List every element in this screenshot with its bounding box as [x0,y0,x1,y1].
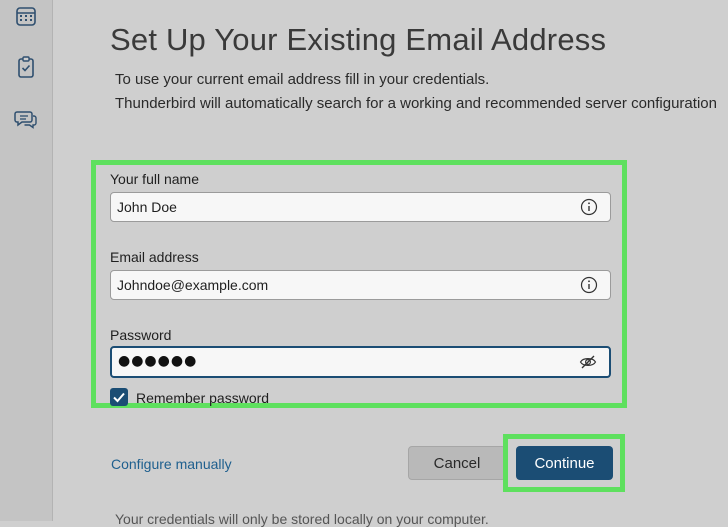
intro-text-line-2: Thunderbird will automatically search fo… [115,95,717,112]
full-name-input[interactable] [117,193,557,221]
email-label: Email address [110,249,199,265]
account-setup-panel: Set Up Your Existing Email Address To us… [53,0,728,527]
footer-note: Your credentials will only be stored loc… [115,511,489,527]
continue-button[interactable]: Continue [516,446,613,480]
email-field[interactable] [110,270,611,300]
info-icon[interactable] [580,276,598,294]
tasks-icon[interactable] [14,55,38,79]
full-name-label: Your full name [110,171,199,187]
eye-hidden-icon[interactable] [579,353,597,371]
page-title: Set Up Your Existing Email Address [110,22,607,57]
password-label: Password [110,327,172,343]
password-input[interactable]: ●●●●●● [118,353,197,369]
cancel-button[interactable]: Cancel [408,446,506,480]
remember-password-checkbox[interactable] [110,388,128,406]
info-icon[interactable] [580,198,598,216]
sidebar [0,0,53,521]
remember-password-label: Remember password [136,390,270,406]
intro-text-line-1: To use your current email address fill i… [115,71,490,88]
email-input[interactable] [117,271,557,299]
chat-icon[interactable] [14,107,38,131]
password-field[interactable]: ●●●●●● [110,346,611,378]
configure-manually-link[interactable]: Configure manually [111,456,232,472]
full-name-field[interactable] [110,192,611,222]
calendar-icon[interactable] [14,4,38,28]
